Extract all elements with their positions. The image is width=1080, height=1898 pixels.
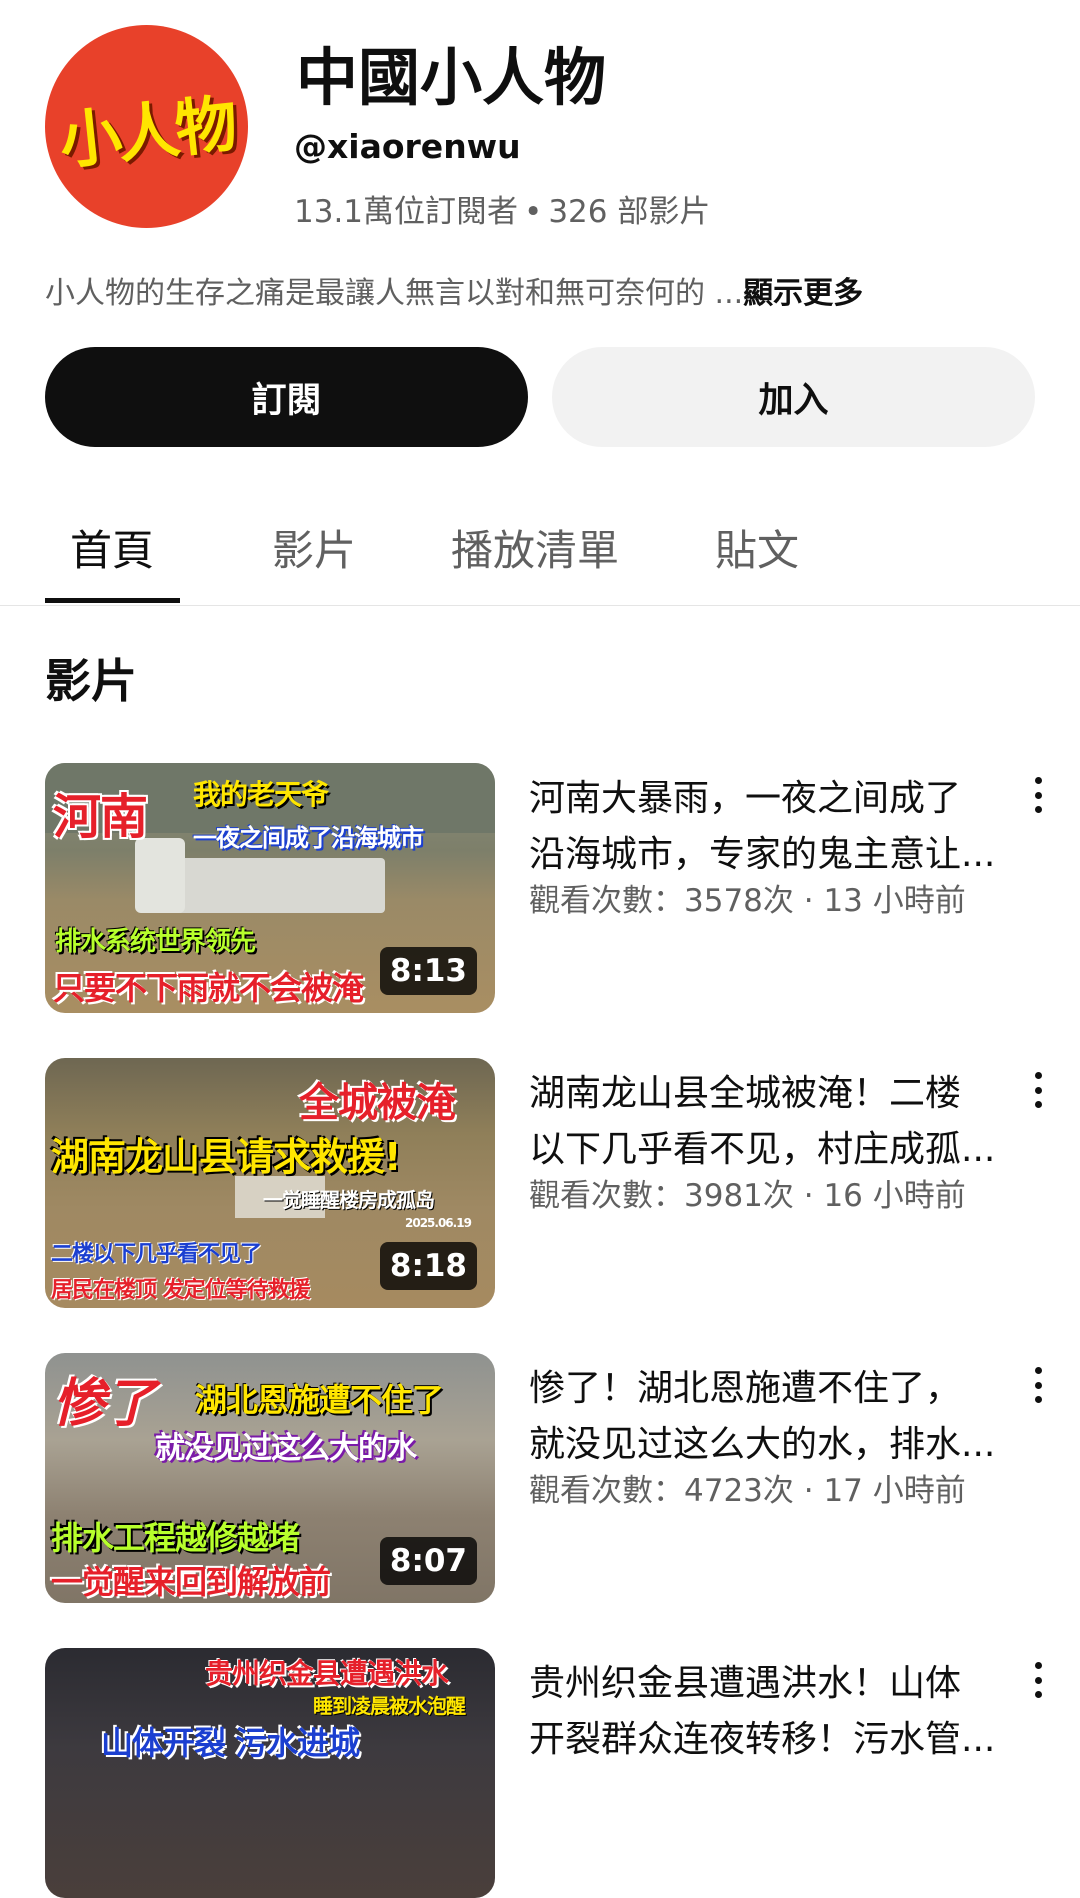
thumb-caption: 只要不下雨就不会被淹: [53, 969, 364, 1007]
channel-tabs: 首頁 影片 播放清單 貼文: [0, 490, 1080, 606]
video-title-line: 湖南龙山县全城被淹！二楼: [529, 1073, 962, 1114]
thumb-caption: 睡到凌晨被水泡醒: [313, 1694, 466, 1718]
channel-name: 中國小人物: [296, 41, 607, 114]
channel-avatar[interactable]: 小人物: [45, 25, 248, 228]
join-button[interactable]: 加入: [552, 347, 1035, 447]
video-title-line: 开裂群众连夜转移！污水管...: [529, 1719, 996, 1760]
tab-home[interactable]: 首頁: [70, 490, 154, 605]
video-meta: 觀看次數：3981次 · 16 小時前: [529, 1178, 966, 1214]
video-title-line: 贵州织金县遭遇洪水！山体: [529, 1663, 962, 1704]
channel-description[interactable]: 小人物的生存之痛是最讓人無言以對和無可奈何的 ...顯示更多: [45, 268, 863, 312]
tab-videos[interactable]: 影片: [272, 490, 356, 605]
video-item[interactable]: 河南 我的老天爷 一夜之间成了沿海城市 排水系统世界领先 只要不下雨就不会被淹 …: [0, 763, 1080, 1013]
thumb-caption: 惨了: [53, 1374, 156, 1434]
description-text: 小人物的生存之痛是最讓人無言以對和無可奈何的 ...: [45, 276, 744, 311]
video-item[interactable]: 惨了 湖北恩施遭不住了 就没见过这么大的水 排水工程越修越堵 一觉醒来回到解放前…: [0, 1353, 1080, 1603]
video-duration: 8:18: [379, 1242, 477, 1290]
avatar-logo-text: 小人物: [56, 86, 238, 178]
video-duration: 8:07: [379, 1537, 477, 1585]
more-options-icon[interactable]: [1026, 1066, 1050, 1114]
thumb-caption: 湖北恩施遭不住了: [195, 1381, 444, 1419]
channel-stats: 13.1萬位訂閱者 • 326 部影片: [294, 186, 710, 231]
thumb-caption: 排水系统世界领先: [55, 927, 256, 957]
video-item[interactable]: 全城被淹 湖南龙山县请求救援! 一觉睡醒楼房成孤岛 2025.06.19 二楼以…: [0, 1058, 1080, 1308]
video-thumbnail[interactable]: 全城被淹 湖南龙山县请求救援! 一觉睡醒楼房成孤岛 2025.06.19 二楼以…: [45, 1058, 495, 1308]
video-title[interactable]: 河南大暴雨，一夜之间成了 沿海城市，专家的鬼主意让...: [529, 771, 1009, 883]
subscriber-count: 13.1萬位訂閱者: [294, 194, 519, 230]
active-tab-indicator: [45, 598, 180, 603]
video-thumbnail[interactable]: 贵州织金县遭遇洪水 睡到凌晨被水泡醒 山体开裂 污水进城: [45, 1648, 495, 1898]
thumb-caption: 山体开裂 污水进城: [101, 1724, 360, 1762]
thumb-caption: 湖南龙山县请求救援!: [51, 1135, 401, 1179]
video-meta: 觀看次數：3578次 · 13 小時前: [529, 883, 966, 919]
thumb-caption: 河南: [53, 789, 148, 845]
thumb-caption: 居民在楼顶 发定位等待救援: [51, 1278, 311, 1303]
thumb-caption: 我的老天爷: [193, 778, 329, 811]
show-more-link[interactable]: 顯示更多: [743, 276, 863, 311]
channel-handle: @xiaorenwu: [294, 127, 521, 166]
video-duration: 8:13: [379, 947, 477, 995]
section-title: 影片: [45, 654, 137, 708]
video-thumbnail[interactable]: 惨了 湖北恩施遭不住了 就没见过这么大的水 排水工程越修越堵 一觉醒来回到解放前…: [45, 1353, 495, 1603]
thumb-truck-shape: [135, 838, 385, 913]
stats-separator: •: [524, 194, 543, 230]
thumb-caption: 二楼以下几乎看不见了: [51, 1242, 262, 1267]
video-meta: 觀看次數：4723次 · 17 小時前: [529, 1473, 966, 1509]
video-count: 326 部影片: [548, 194, 711, 230]
video-thumbnail[interactable]: 河南 我的老天爷 一夜之间成了沿海城市 排水系统世界领先 只要不下雨就不会被淹 …: [45, 763, 495, 1013]
video-title[interactable]: 湖南龙山县全城被淹！二楼 以下几乎看不见，村庄成孤...: [529, 1066, 1009, 1178]
more-options-icon[interactable]: [1026, 1361, 1050, 1409]
thumb-caption: 全城被淹: [299, 1080, 456, 1126]
video-title[interactable]: 惨了！湖北恩施遭不住了， 就没见过这么大的水，排水...: [529, 1361, 1009, 1473]
video-title[interactable]: 贵州织金县遭遇洪水！山体 开裂群众连夜转移！污水管...: [529, 1656, 1009, 1768]
thumb-caption: 一觉醒来回到解放前: [51, 1563, 331, 1601]
thumb-caption: 一夜之间成了沿海城市: [193, 824, 424, 852]
tab-posts[interactable]: 貼文: [715, 490, 799, 605]
video-item[interactable]: 贵州织金县遭遇洪水 睡到凌晨被水泡醒 山体开裂 污水进城 贵州织金县遭遇洪水！山…: [0, 1648, 1080, 1898]
video-title-line: 河南大暴雨，一夜之间成了: [529, 778, 962, 819]
video-title-line: 惨了！湖北恩施遭不住了，: [529, 1368, 962, 1409]
thumb-caption: 排水工程越修越堵: [51, 1519, 300, 1557]
thumb-caption: 贵州织金县遭遇洪水: [205, 1657, 449, 1690]
thumb-caption: 就没见过这么大的水: [155, 1431, 417, 1466]
thumb-caption: 一觉睡醒楼房成孤岛: [263, 1188, 435, 1212]
thumb-caption: 2025.06.19: [405, 1216, 472, 1230]
more-options-icon[interactable]: [1026, 1656, 1050, 1704]
tab-playlists[interactable]: 播放清單: [451, 490, 619, 605]
more-options-icon[interactable]: [1026, 771, 1050, 819]
subscribe-button[interactable]: 訂閱: [45, 347, 528, 447]
